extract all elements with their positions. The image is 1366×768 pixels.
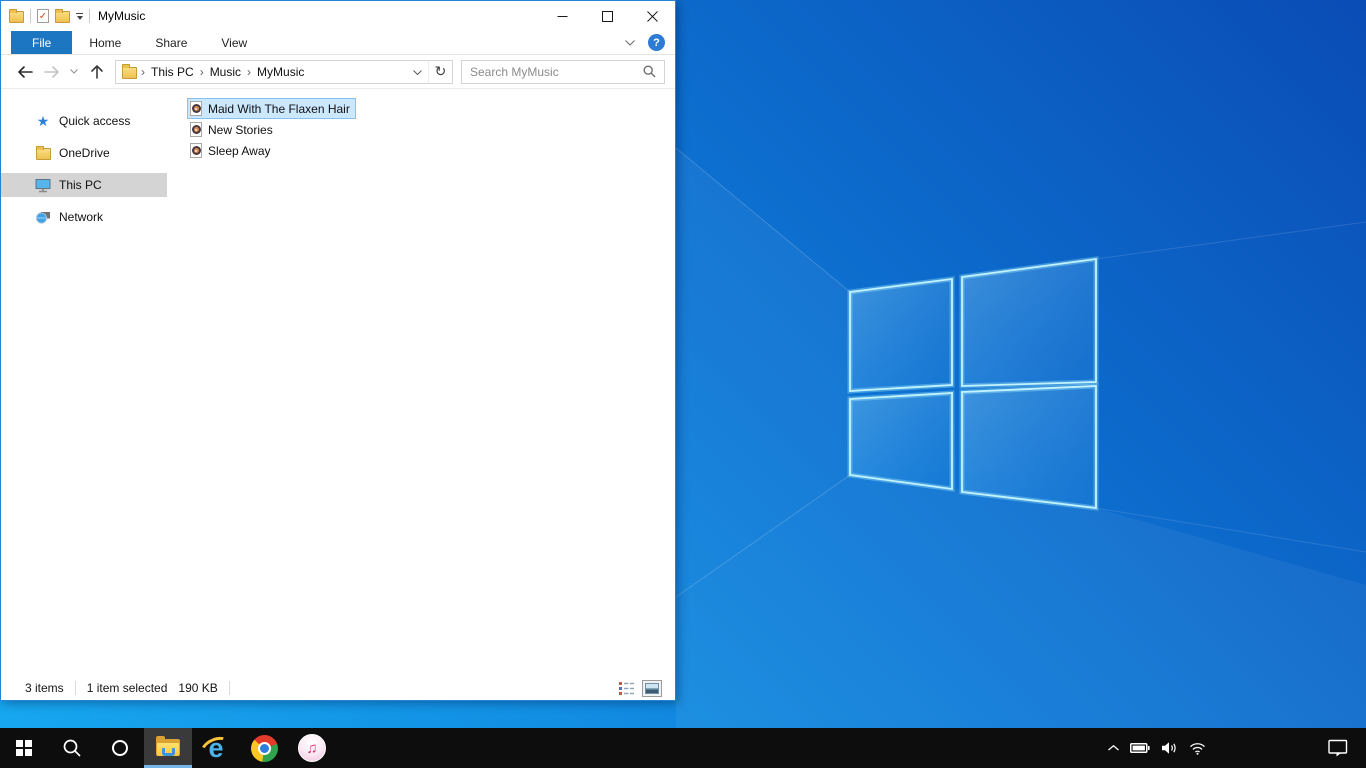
search-icon (63, 739, 81, 757)
chrome-icon (250, 734, 278, 762)
action-center-button[interactable] (1316, 728, 1360, 768)
show-hidden-icons-button[interactable] (1108, 745, 1119, 751)
audio-file-icon (190, 101, 202, 116)
cortana-button[interactable] (96, 728, 144, 768)
sidebar-item-label: This PC (59, 178, 102, 192)
tab-home[interactable]: Home (72, 31, 138, 54)
file-explorer-icon (155, 736, 181, 757)
address-dropdown-icon[interactable] (407, 65, 428, 79)
selection-size: 190 KB (178, 681, 218, 695)
breadcrumb-this-pc[interactable]: This PC (149, 65, 196, 79)
status-bar: 3 items 1 item selected 190 KB (1, 676, 675, 700)
breadcrumb-separator: › (247, 64, 252, 79)
search-box[interactable] (461, 59, 665, 84)
window-controls (540, 1, 675, 31)
internet-explorer-button[interactable]: e (192, 728, 240, 768)
help-button[interactable]: ? (648, 34, 665, 51)
tab-share[interactable]: Share (138, 31, 204, 54)
tab-view[interactable]: View (204, 31, 264, 54)
window-body: ★ Quick access OneDrive This PC Network … (1, 91, 675, 676)
file-item[interactable]: New Stories (187, 119, 279, 140)
tab-file[interactable]: File (11, 31, 73, 54)
chrome-button[interactable] (240, 728, 288, 768)
breadcrumb-music[interactable]: Music (208, 65, 243, 79)
action-center-icon (1328, 739, 1348, 757)
volume-icon[interactable] (1161, 741, 1178, 755)
breadcrumb-separator: › (141, 64, 145, 79)
forward-button[interactable] (38, 65, 65, 79)
file-explorer-window: MyMusic File Home Share View ? (0, 0, 676, 701)
itunes-icon: ♫ (298, 734, 326, 762)
maximize-button[interactable] (585, 1, 630, 31)
audio-file-icon (190, 143, 202, 158)
battery-icon[interactable] (1130, 743, 1150, 753)
network-icon (36, 211, 50, 223)
divider (74, 681, 76, 695)
divider (30, 9, 31, 23)
selection-count: 1 item selected (86, 681, 168, 695)
address-bar[interactable]: › This PC › Music › MyMusic ↻ (115, 59, 453, 84)
taskbar-search-button[interactable] (48, 728, 96, 768)
large-icons-view-button[interactable] (642, 679, 662, 697)
window-title: MyMusic (98, 9, 146, 23)
quick-access-star-icon: ★ (36, 113, 50, 129)
back-button[interactable] (11, 65, 38, 79)
item-count: 3 items (25, 681, 64, 695)
sidebar-item-label: OneDrive (59, 146, 110, 160)
details-view-button[interactable] (618, 681, 635, 696)
system-tray (1108, 728, 1206, 768)
file-explorer-taskbar-button[interactable] (144, 728, 192, 768)
file-list[interactable]: Maid With The Flaxen Hair New Stories Sl… (167, 91, 675, 676)
expand-ribbon-icon[interactable] (625, 39, 635, 46)
file-name: Maid With The Flaxen Hair (208, 101, 350, 116)
properties-icon[interactable] (37, 9, 49, 23)
navigation-pane: ★ Quick access OneDrive This PC Network (1, 91, 167, 676)
ribbon-tab-bar: File Home Share View ? (1, 31, 675, 55)
quick-access-toolbar (9, 8, 90, 23)
explorer-window-icon (9, 8, 24, 23)
recent-locations-icon[interactable] (65, 69, 83, 74)
onedrive-folder-icon (35, 145, 51, 160)
search-input[interactable] (470, 64, 643, 79)
wifi-icon[interactable] (1189, 742, 1206, 755)
breadcrumb-separator: › (199, 64, 204, 79)
file-item-selected[interactable]: Maid With The Flaxen Hair (187, 98, 356, 119)
location-folder-icon (122, 64, 137, 79)
refresh-button[interactable]: ↻ (428, 60, 452, 83)
sidebar-item-label: Network (59, 210, 104, 224)
close-button[interactable] (630, 1, 675, 31)
file-name: Sleep Away (208, 143, 271, 158)
sidebar-item-network[interactable]: Network (1, 205, 167, 229)
this-pc-monitor-icon (35, 178, 51, 192)
sidebar-item-onedrive[interactable]: OneDrive (1, 141, 167, 165)
windows-logo-icon (15, 739, 33, 757)
up-button[interactable] (83, 64, 110, 79)
start-button[interactable] (0, 728, 48, 768)
minimize-button[interactable] (540, 1, 585, 31)
title-bar: MyMusic (1, 1, 675, 31)
sidebar-item-this-pc[interactable]: This PC (1, 173, 167, 197)
internet-explorer-icon: e (197, 733, 234, 764)
divider (228, 681, 230, 695)
divider (89, 9, 90, 23)
thumbnail-picture-icon (645, 682, 659, 694)
sidebar-item-quick-access[interactable]: ★ Quick access (1, 109, 167, 133)
file-name: New Stories (208, 122, 273, 137)
search-icon[interactable] (643, 65, 656, 78)
itunes-button[interactable]: ♫ (288, 728, 336, 768)
new-folder-icon[interactable] (55, 8, 70, 23)
audio-file-icon (190, 122, 202, 137)
file-item[interactable]: Sleep Away (187, 140, 277, 161)
cortana-icon (112, 740, 128, 756)
customize-quick-access-icon[interactable] (76, 12, 83, 20)
navigation-toolbar: › This PC › Music › MyMusic ↻ (1, 55, 675, 89)
breadcrumb-mymusic[interactable]: MyMusic (255, 65, 306, 79)
sidebar-item-label: Quick access (59, 114, 131, 128)
